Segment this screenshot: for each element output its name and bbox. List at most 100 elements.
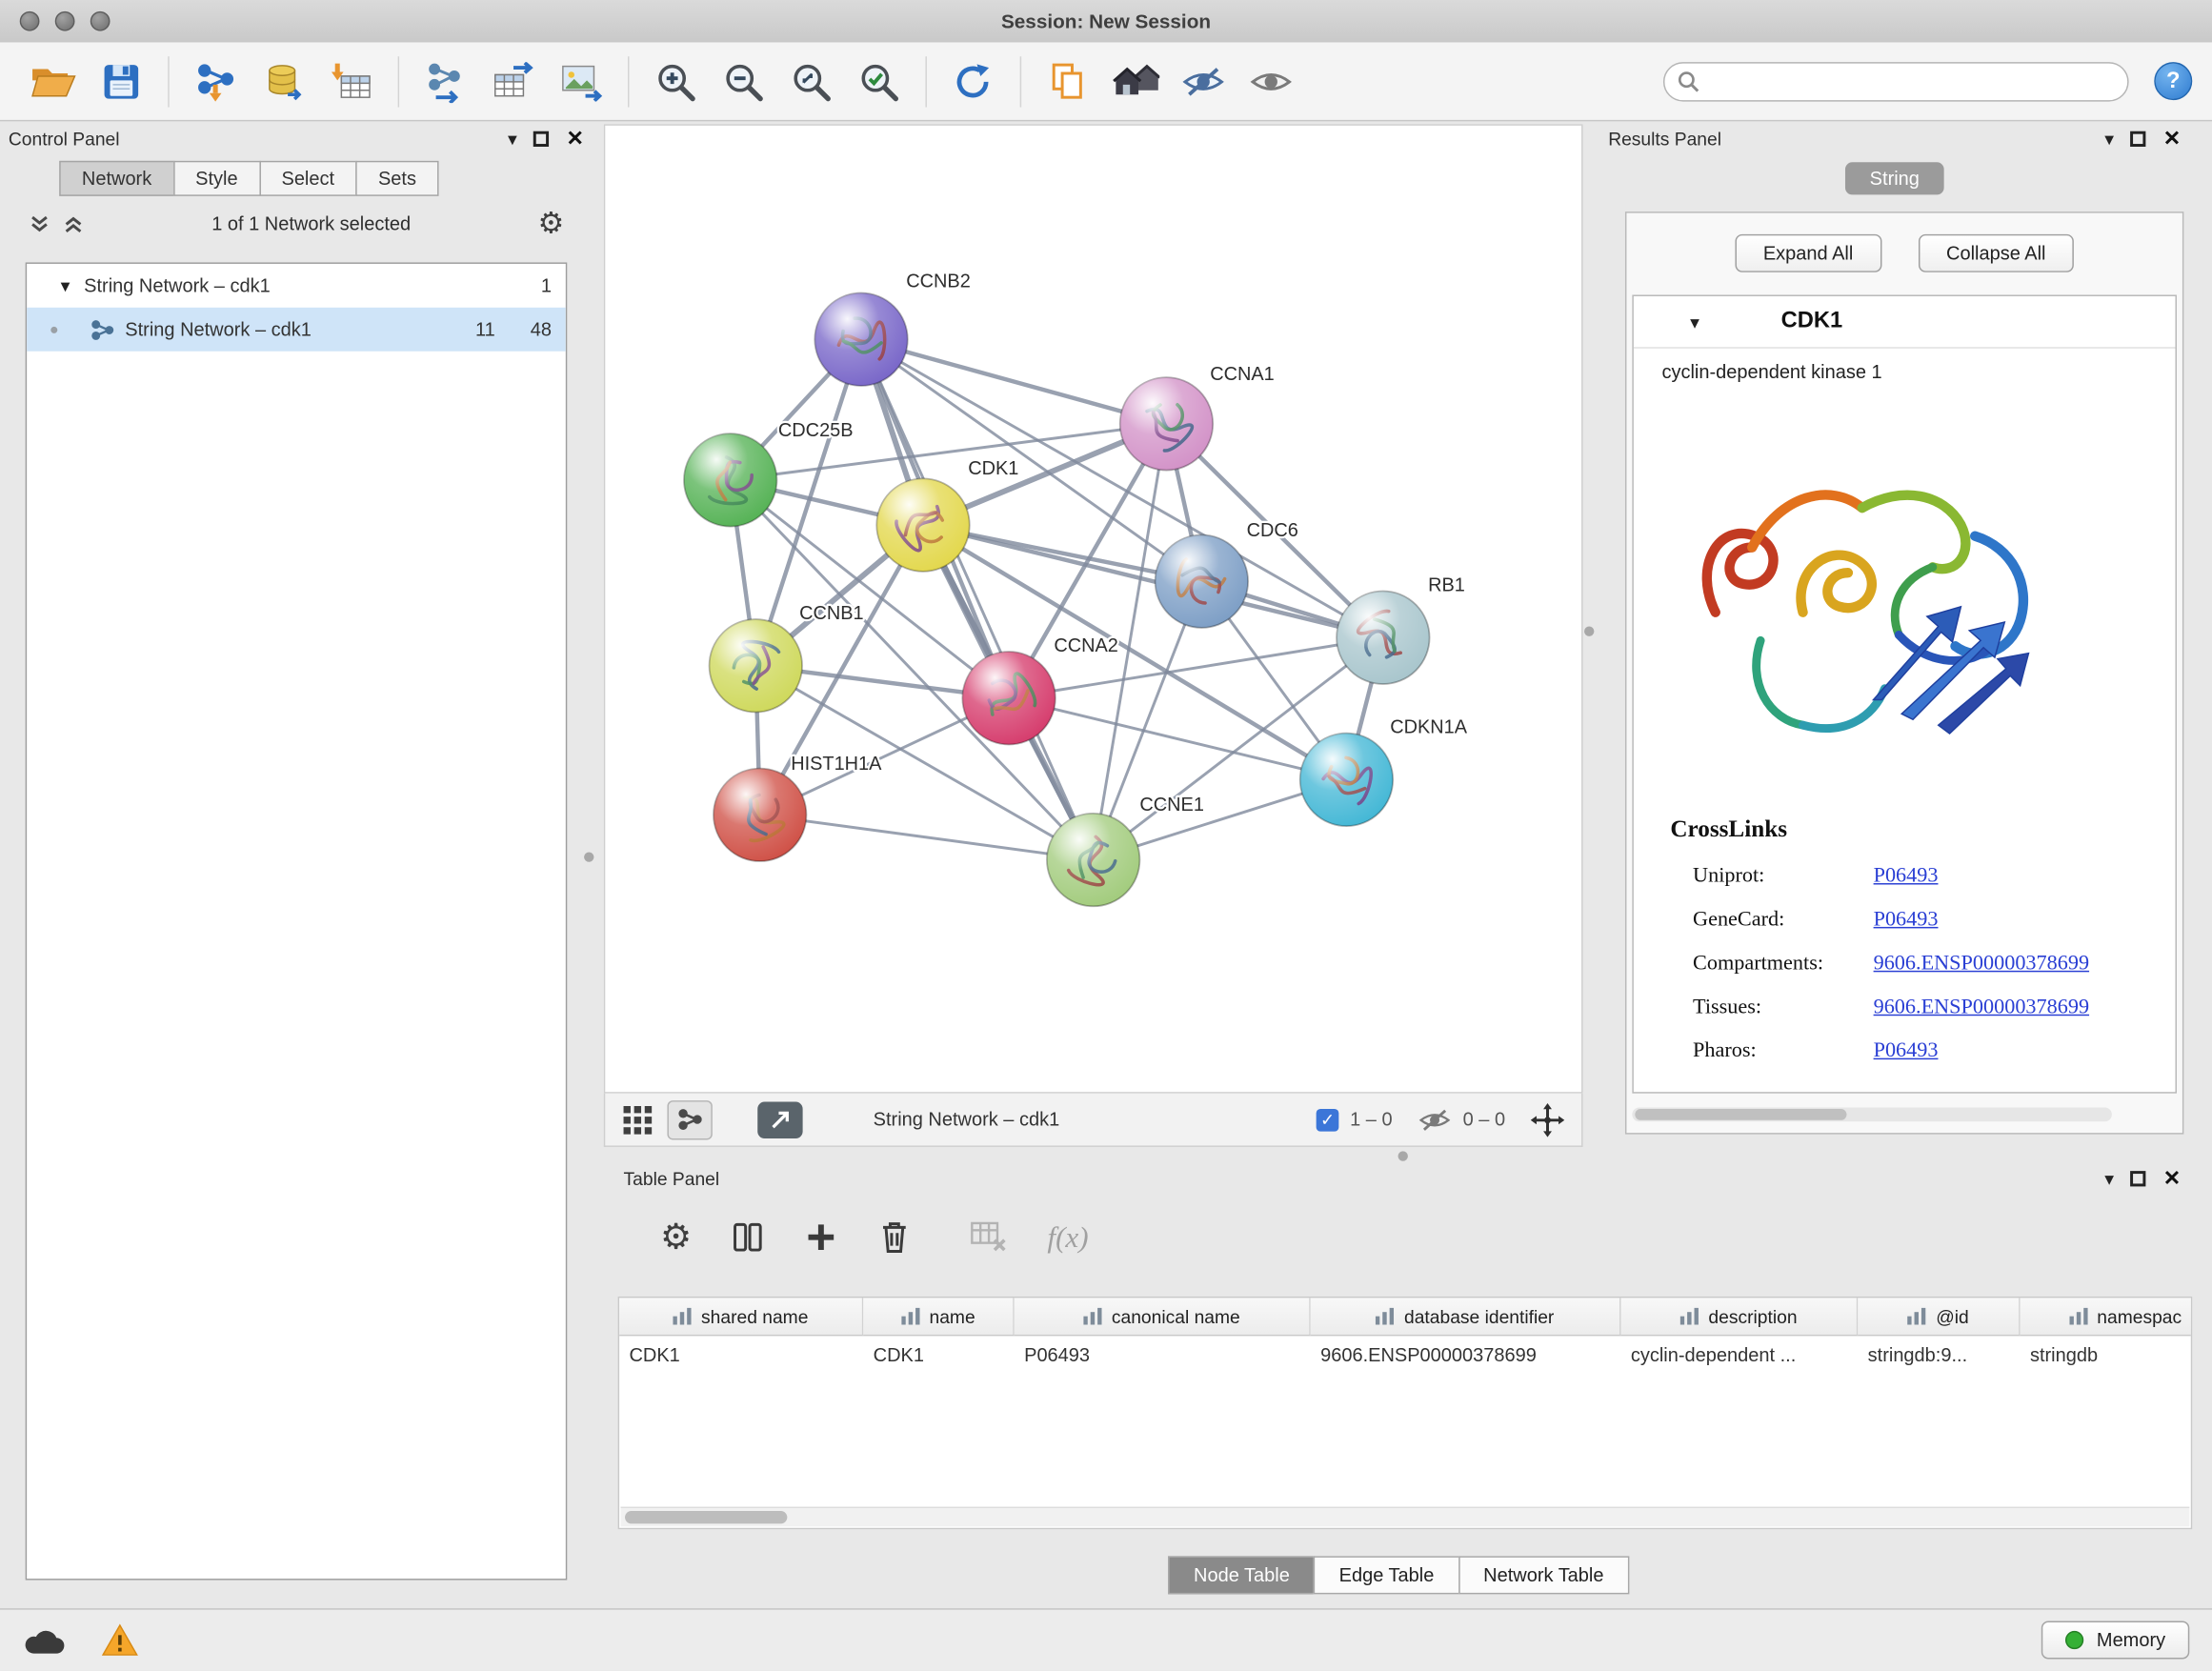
export-network-button[interactable]: [412, 50, 479, 112]
expand-all-tree-icon[interactable]: [62, 213, 85, 233]
column-header-id[interactable]: @id: [1858, 1298, 2020, 1336]
table-row[interactable]: CDK1 CDK1 P06493 9606.ENSP00000378699 cy…: [619, 1336, 2191, 1373]
save-session-button[interactable]: [88, 50, 155, 112]
control-panel-float-icon[interactable]: ▾: [508, 129, 517, 147]
network-edge[interactable]: [760, 815, 1094, 859]
tab-select[interactable]: Select: [259, 161, 357, 196]
table-options-gear-icon[interactable]: ⚙: [660, 1219, 692, 1255]
column-header-database-identifier[interactable]: database identifier: [1311, 1298, 1621, 1336]
grid-view-icon[interactable]: [622, 1104, 654, 1136]
collapse-all-button[interactable]: Collapse All: [1918, 234, 2074, 272]
network-canvas[interactable]: CCNB2CCNA1CDC25BCDK1CDC6RB1CCNB1CCNA2CDK…: [604, 124, 1583, 1093]
crosslink-link[interactable]: P06493: [1874, 909, 1939, 933]
network-edge[interactable]: [861, 339, 1166, 424]
import-network-file-button[interactable]: [182, 50, 250, 112]
search-input[interactable]: [1663, 61, 2129, 100]
network-node-ccnb2[interactable]: CCNB2: [814, 272, 971, 386]
warning-icon[interactable]: [102, 1623, 139, 1658]
pan-crosshair-icon[interactable]: [1531, 1102, 1565, 1137]
zoom-fit-button[interactable]: [777, 50, 845, 112]
tab-string[interactable]: String: [1846, 162, 1944, 194]
cell-name[interactable]: CDK1: [863, 1344, 1014, 1365]
network-row[interactable]: ● String Network – cdk1 11 48: [27, 308, 566, 352]
detach-view-button[interactable]: [757, 1101, 802, 1138]
collection-expand-icon[interactable]: ▾: [61, 276, 70, 294]
tab-network[interactable]: Network: [59, 161, 174, 196]
cloud-icon[interactable]: [23, 1624, 65, 1656]
table-panel-float-icon[interactable]: ▾: [2104, 1169, 2114, 1187]
table-panel-close-icon[interactable]: ✕: [2163, 1167, 2182, 1188]
crosslink-link[interactable]: P06493: [1874, 865, 1939, 889]
copy-button[interactable]: [1034, 50, 1101, 112]
column-header-name[interactable]: name: [863, 1298, 1014, 1336]
close-window-button[interactable]: [20, 11, 40, 31]
network-node-ccnb1[interactable]: CCNB1: [710, 603, 864, 712]
network-node-ccna1[interactable]: CCNA1: [1120, 364, 1275, 470]
cell-namespace[interactable]: stringdb: [2021, 1344, 2193, 1365]
control-panel-maximize-icon[interactable]: [533, 131, 549, 146]
collapse-all-tree-icon[interactable]: [29, 213, 51, 233]
results-panel-close-icon[interactable]: ✕: [2163, 128, 2182, 149]
tab-edge-table[interactable]: Edge Table: [1314, 1556, 1459, 1594]
splitter-handle[interactable]: [1584, 627, 1594, 636]
control-panel-close-icon[interactable]: ✕: [566, 128, 584, 149]
delete-column-trash-icon[interactable]: [878, 1218, 913, 1256]
network-graph[interactable]: CCNB2CCNA1CDC25BCDK1CDC6RB1CCNB1CCNA2CDK…: [605, 126, 1581, 1092]
zoom-in-button[interactable]: [642, 50, 710, 112]
tab-style[interactable]: Style: [172, 161, 260, 196]
apply-layout-button[interactable]: [939, 50, 1007, 112]
expand-all-button[interactable]: Expand All: [1735, 234, 1881, 272]
scrollbar-thumb[interactable]: [625, 1511, 787, 1523]
results-panel-float-icon[interactable]: ▾: [2104, 129, 2114, 147]
column-header-namespace[interactable]: namespac: [2021, 1298, 2193, 1336]
table-horizontal-scrollbar[interactable]: [621, 1507, 2190, 1527]
crosslink-link[interactable]: 9606.ENSP00000378699: [1874, 996, 2089, 1019]
splitter-handle[interactable]: [1398, 1151, 1408, 1160]
show-all-button[interactable]: [1237, 50, 1305, 112]
import-network-database-button[interactable]: [250, 50, 317, 112]
cell-database-identifier[interactable]: 9606.ENSP00000378699: [1311, 1344, 1621, 1365]
help-button[interactable]: ?: [2154, 62, 2192, 100]
export-table-button[interactable]: [479, 50, 547, 112]
column-header-canonical-name[interactable]: canonical name: [1015, 1298, 1311, 1336]
network-node-hist1h1a[interactable]: HIST1H1A: [714, 754, 882, 861]
network-collection-row[interactable]: ▾ String Network – cdk1 1: [27, 264, 566, 308]
tab-sets[interactable]: Sets: [355, 161, 438, 196]
protein-collapse-icon[interactable]: ▾: [1690, 312, 1699, 331]
minimize-window-button[interactable]: [55, 11, 75, 31]
memory-button[interactable]: Memory: [2041, 1621, 2189, 1660]
tab-node-table[interactable]: Node Table: [1168, 1556, 1315, 1594]
hidden-eye-slash-icon[interactable]: [1418, 1105, 1452, 1134]
crosslink-link[interactable]: P06493: [1874, 1039, 1939, 1063]
show-columns-icon[interactable]: [732, 1220, 766, 1255]
splitter-handle[interactable]: [584, 852, 593, 861]
network-view-mode-button[interactable]: [667, 1099, 712, 1138]
column-header-shared-name[interactable]: shared name: [619, 1298, 863, 1336]
column-header-description[interactable]: description: [1621, 1298, 1859, 1336]
cell-shared-name[interactable]: CDK1: [619, 1344, 863, 1365]
cell-id[interactable]: stringdb:9...: [1858, 1344, 2020, 1365]
cell-description[interactable]: cyclin-dependent ...: [1621, 1344, 1859, 1365]
network-node-rb1[interactable]: RB1: [1337, 575, 1465, 684]
string-home-button[interactable]: [1102, 50, 1170, 112]
table-panel-maximize-icon[interactable]: [2131, 1170, 2146, 1185]
add-column-icon[interactable]: [805, 1220, 839, 1255]
network-node-cdkn1a[interactable]: CDKN1A: [1300, 717, 1468, 826]
tab-network-table[interactable]: Network Table: [1458, 1556, 1630, 1594]
selected-checkbox[interactable]: ✓: [1317, 1108, 1339, 1131]
zoom-out-button[interactable]: [710, 50, 777, 112]
network-edge[interactable]: [923, 525, 1383, 637]
cell-canonical-name[interactable]: P06493: [1015, 1344, 1311, 1365]
open-session-button[interactable]: [20, 50, 88, 112]
crosslink-link[interactable]: 9606.ENSP00000378699: [1874, 953, 2089, 976]
network-edge[interactable]: [861, 339, 1094, 859]
results-horizontal-scrollbar[interactable]: [1632, 1107, 2111, 1121]
hide-selected-button[interactable]: [1170, 50, 1237, 112]
network-options-gear-icon[interactable]: ⚙: [537, 209, 564, 238]
export-image-button[interactable]: [548, 50, 615, 112]
zoom-selected-button[interactable]: [845, 50, 913, 112]
maximize-window-button[interactable]: [90, 11, 111, 31]
import-table-file-button[interactable]: [317, 50, 385, 112]
results-panel-maximize-icon[interactable]: [2131, 131, 2146, 146]
network-node-cdk1[interactable]: CDK1: [876, 458, 1018, 572]
